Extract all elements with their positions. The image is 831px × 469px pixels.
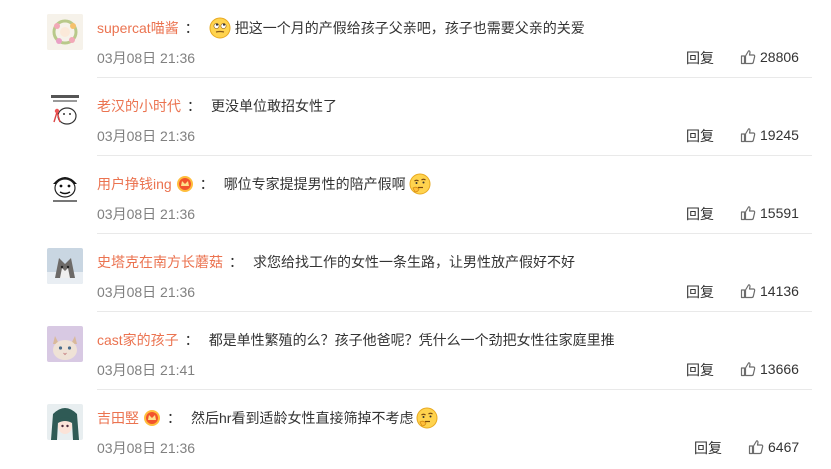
comment-timestamp: 03月08日 21:36 (97, 284, 196, 300)
avatar-doodle-image (47, 92, 83, 128)
like-count: 28806 (760, 49, 799, 65)
thumbs-up-icon (740, 50, 756, 65)
like-count: 14136 (760, 283, 799, 299)
thinking-emoji-icon (416, 407, 438, 429)
like-count: 6467 (768, 439, 800, 455)
avatar[interactable] (47, 92, 83, 128)
thinking-emoji-icon (409, 173, 431, 195)
avatar-cat-image (47, 326, 83, 362)
reply-button[interactable]: 回复 (686, 282, 714, 302)
comment-item: 吉田竪 ： 然后hr看到适龄女性直接筛掉不考虑 03月08日 21:36 回复 … (0, 390, 831, 468)
colon-separator: ： (199, 176, 214, 192)
comment-text: 然后hr看到适龄女性直接筛掉不考虑 (191, 410, 414, 426)
username-link[interactable]: supercat喵酱 (97, 13, 179, 43)
username-link[interactable]: 用户挣钱ing (97, 169, 172, 199)
colon-separator: ： (184, 332, 199, 348)
crown-badge-icon (144, 410, 160, 426)
reply-button[interactable]: 回复 (686, 360, 714, 380)
colon-separator: ： (229, 254, 243, 270)
comment-text: 更没单位敢招女性了 (211, 98, 337, 114)
crown-badge-icon (176, 176, 193, 192)
thumbs-up-icon (740, 362, 756, 377)
thumbs-up-icon (748, 440, 764, 455)
avatar[interactable] (47, 404, 83, 440)
comment-timestamp: 03月08日 21:36 (97, 128, 196, 144)
avatar-husky-dog-image (47, 248, 83, 284)
colon-separator: ： (167, 410, 181, 426)
avatar[interactable] (47, 14, 83, 50)
like-count: 15591 (760, 205, 799, 221)
reply-button[interactable]: 回复 (686, 126, 714, 146)
thumbs-up-icon (740, 206, 756, 221)
username-link[interactable]: 吉田竪 (97, 403, 139, 433)
like-button[interactable]: 28806 (740, 49, 799, 65)
comment-item: 史塔克在南方长蘑菇 ： 求您给找工作的女性一条生路，让男性放产假好不好 03月0… (0, 234, 831, 312)
thumbs-up-icon (740, 128, 756, 143)
comment-item: 老汉的小时代 ： 更没单位敢招女性了 03月08日 21:36 回复 19245 (0, 78, 831, 156)
reply-button[interactable]: 回复 (686, 48, 714, 68)
comment-text: 都是单性繁殖的么？孩子他爸呢？凭什么一个劲把女性往家庭里推 (208, 332, 615, 348)
thumbs-up-icon (740, 284, 756, 299)
comment-timestamp: 03月08日 21:36 (97, 206, 196, 222)
avatar-meme-face-image (47, 170, 83, 206)
rolling-eyes-emoji-icon (209, 17, 231, 39)
like-button[interactable]: 15591 (740, 205, 799, 221)
reply-button[interactable]: 回复 (694, 438, 722, 458)
comment-item: supercat喵酱 ： 把这一个月的产假给孩子父亲吧，孩子也需要父亲的关爱 0… (0, 0, 831, 78)
avatar-flower-wreath-image (47, 14, 83, 50)
comment-timestamp: 03月08日 21:36 (97, 50, 196, 66)
username-link[interactable]: cast家的孩子 (97, 325, 179, 355)
like-button[interactable]: 14136 (740, 283, 799, 299)
like-button[interactable]: 13666 (740, 361, 799, 377)
avatar-anime-girl-image (47, 404, 83, 440)
comment-timestamp: 03月08日 21:41 (97, 362, 196, 378)
like-count: 19245 (760, 127, 799, 143)
colon-separator: ： (184, 20, 199, 36)
username-link[interactable]: 史塔克在南方长蘑菇 (97, 247, 223, 277)
avatar[interactable] (47, 326, 83, 362)
comment-item: 用户挣钱ing ： 哪位专家提提男性的陪产假啊 03月08日 21:36 回复 … (0, 156, 831, 234)
comment-text: 哪位专家提提男性的陪产假啊 (223, 176, 406, 192)
comment-text: 求您给找工作的女性一条生路，让男性放产假好不好 (253, 254, 575, 270)
avatar[interactable] (47, 248, 83, 284)
like-button[interactable]: 19245 (740, 127, 799, 143)
username-link[interactable]: 老汉的小时代 (97, 91, 181, 121)
like-button[interactable]: 6467 (748, 439, 799, 455)
colon-separator: ： (187, 98, 201, 114)
comment-timestamp: 03月08日 21:36 (97, 440, 196, 456)
comment-item: cast家的孩子 ： 都是单性繁殖的么？孩子他爸呢？凭什么一个劲把女性往家庭里推… (0, 312, 831, 390)
comment-text: 把这一个月的产假给孩子父亲吧，孩子也需要父亲的关爱 (234, 20, 585, 36)
reply-button[interactable]: 回复 (686, 204, 714, 224)
avatar[interactable] (47, 170, 83, 206)
like-count: 13666 (760, 361, 799, 377)
